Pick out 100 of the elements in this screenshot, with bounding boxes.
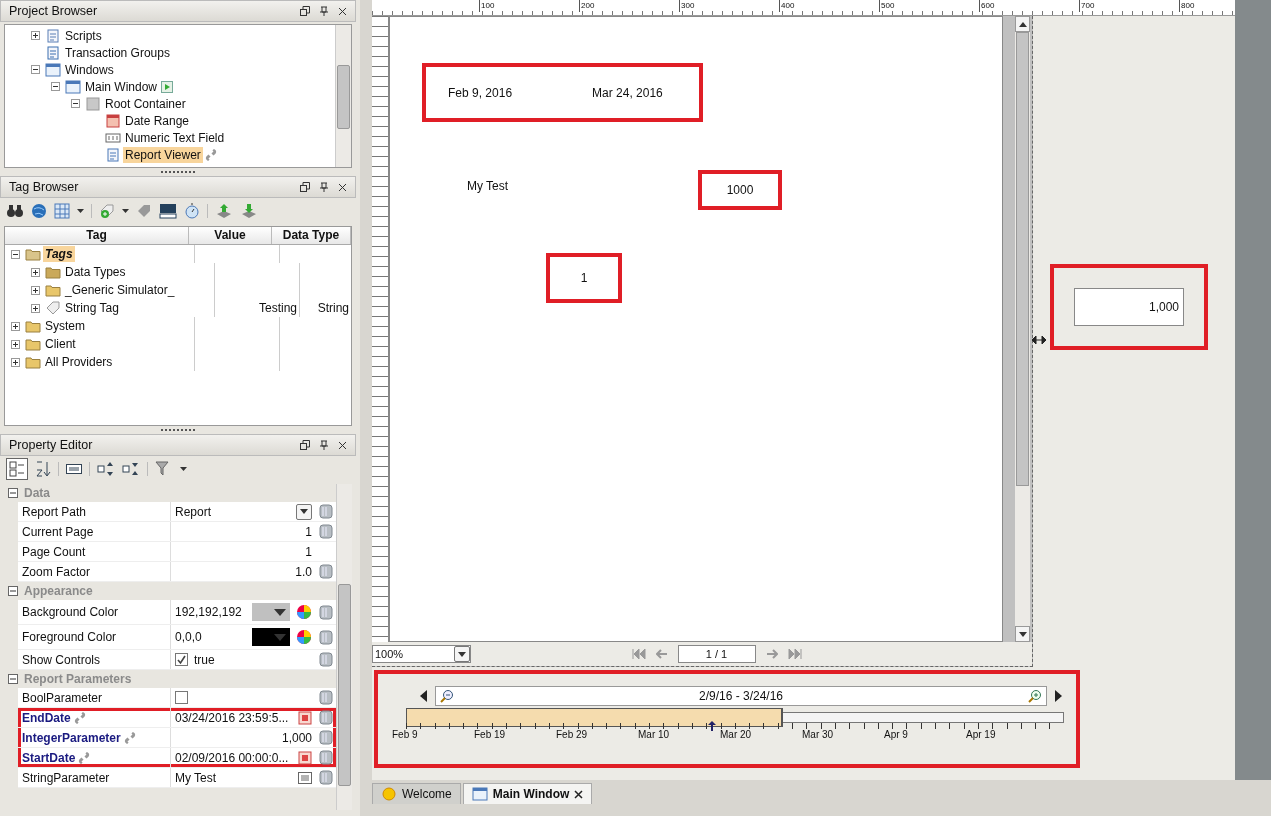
tree-item[interactable]: All Providers: [43, 354, 115, 370]
tree-item[interactable]: _Generic Simulator_: [63, 282, 177, 298]
date-range-field[interactable]: 2/9/16 - 3/24/16: [435, 686, 1047, 706]
export-icon[interactable]: [215, 203, 233, 219]
collapse-toggle[interactable]: [51, 82, 60, 91]
scroll-up-icon[interactable]: [1018, 21, 1027, 27]
document-tab[interactable]: Welcome: [372, 783, 461, 804]
collapse-toggle[interactable]: [8, 488, 18, 498]
caret-icon[interactable]: [122, 209, 129, 213]
calendar-icon[interactable]: [298, 750, 312, 765]
opc-server-icon[interactable]: [159, 203, 177, 219]
document-tab[interactable]: Main Window: [462, 783, 593, 804]
expand-all-icon[interactable]: [97, 461, 115, 477]
tree-item[interactable]: Transaction Groups: [63, 44, 172, 61]
color-wheel-icon[interactable]: [296, 629, 312, 645]
next-icon[interactable]: [1055, 690, 1062, 702]
binding-icon[interactable]: [319, 629, 333, 645]
close-icon[interactable]: [574, 789, 584, 799]
tree-item[interactable]: Client: [43, 336, 78, 352]
expand-toggle[interactable]: [11, 321, 20, 331]
tree-item[interactable]: Windows: [63, 61, 116, 78]
zoom-dropdown[interactable]: 100%: [372, 645, 471, 663]
sort-alphabetical-icon[interactable]: [35, 460, 51, 478]
description-icon[interactable]: [66, 464, 82, 474]
binding-icon[interactable]: [319, 750, 333, 765]
float-icon[interactable]: [300, 182, 310, 192]
close-icon[interactable]: [338, 440, 347, 450]
tree-item[interactable]: Data Types: [63, 264, 128, 280]
globe-icon[interactable]: [31, 203, 47, 219]
collapse-toggle[interactable]: [71, 99, 80, 108]
tree-item[interactable]: Date Range: [123, 112, 192, 129]
tree-item[interactable]: System: [43, 318, 87, 334]
expand-toggle[interactable]: [31, 31, 40, 40]
tree-item[interactable]: Root Container: [103, 95, 188, 112]
expand-toggle[interactable]: [31, 285, 40, 295]
binding-icon[interactable]: [319, 710, 333, 725]
tree-item[interactable]: Report Viewer: [123, 146, 203, 163]
numeric-field[interactable]: 1,000: [1074, 288, 1184, 326]
property-name: BoolParameter: [22, 690, 103, 705]
binding-icon[interactable]: [319, 690, 333, 705]
close-icon[interactable]: [338, 182, 347, 192]
import-icon[interactable]: [240, 203, 258, 219]
add-tag-icon[interactable]: [99, 203, 115, 219]
caret-icon[interactable]: [77, 209, 84, 213]
tree-item[interactable]: String Tag: [63, 300, 121, 316]
pin-icon[interactable]: [320, 6, 328, 16]
collapse-all-icon[interactable]: [122, 461, 140, 477]
binding-icon[interactable]: [319, 524, 333, 539]
column-header[interactable]: Value: [189, 227, 272, 244]
text-editor-icon[interactable]: [298, 771, 312, 784]
calendar-icon[interactable]: [298, 710, 312, 725]
pin-icon[interactable]: [320, 182, 328, 192]
categorized-view-icon[interactable]: [6, 458, 28, 480]
stopwatch-icon[interactable]: [184, 203, 200, 219]
scroll-down-icon[interactable]: [1018, 631, 1027, 637]
checkbox[interactable]: [175, 653, 188, 666]
scrollbar[interactable]: [1015, 16, 1030, 642]
caret-icon[interactable]: [458, 651, 466, 657]
report-text: My Test: [467, 179, 509, 193]
tree-item[interactable]: Tags: [43, 246, 75, 262]
binding-icon[interactable]: [319, 730, 333, 745]
expand-toggle[interactable]: [11, 357, 20, 367]
collapse-toggle[interactable]: [11, 249, 20, 259]
binding-icon[interactable]: [319, 504, 333, 519]
tree-item[interactable]: Main Window: [83, 78, 160, 95]
resize-handle-icon[interactable]: [1032, 336, 1046, 344]
pin-icon[interactable]: [320, 440, 328, 450]
expand-toggle[interactable]: [11, 339, 20, 349]
collapse-toggle[interactable]: [8, 674, 18, 684]
page-field[interactable]: 1 / 1: [677, 645, 756, 663]
zoom-out-icon[interactable]: [440, 689, 454, 703]
color-swatch[interactable]: [252, 603, 290, 621]
scrollbar[interactable]: [335, 25, 351, 167]
tree-item[interactable]: Scripts: [63, 27, 104, 44]
float-icon[interactable]: [300, 6, 310, 16]
color-swatch[interactable]: [252, 628, 290, 646]
property-name: StartDate: [22, 750, 76, 765]
binding-icon[interactable]: [319, 652, 333, 667]
float-icon[interactable]: [300, 440, 310, 450]
scrollbar[interactable]: [336, 484, 352, 810]
collapse-toggle[interactable]: [8, 586, 18, 596]
tree-item[interactable]: Numeric Text Field: [123, 129, 227, 146]
zoom-in-icon[interactable]: [1028, 689, 1042, 703]
caret-icon[interactable]: [180, 467, 187, 471]
caret-icon[interactable]: [274, 608, 286, 616]
binoculars-icon[interactable]: [6, 204, 24, 218]
expand-toggle[interactable]: [31, 267, 40, 277]
binding-icon[interactable]: [319, 604, 333, 620]
previous-icon[interactable]: [420, 690, 427, 702]
caret-icon[interactable]: [300, 509, 308, 514]
binding-icon[interactable]: [319, 564, 333, 579]
checkbox[interactable]: [175, 691, 188, 704]
color-wheel-icon[interactable]: [296, 604, 312, 620]
binding-icon[interactable]: [319, 770, 333, 785]
expand-toggle[interactable]: [31, 303, 40, 313]
column-header[interactable]: Tag: [5, 227, 189, 244]
column-header[interactable]: Data Type: [272, 227, 351, 244]
dropdown-button[interactable]: [296, 503, 312, 520]
close-icon[interactable]: [338, 6, 347, 16]
collapse-toggle[interactable]: [31, 65, 40, 74]
